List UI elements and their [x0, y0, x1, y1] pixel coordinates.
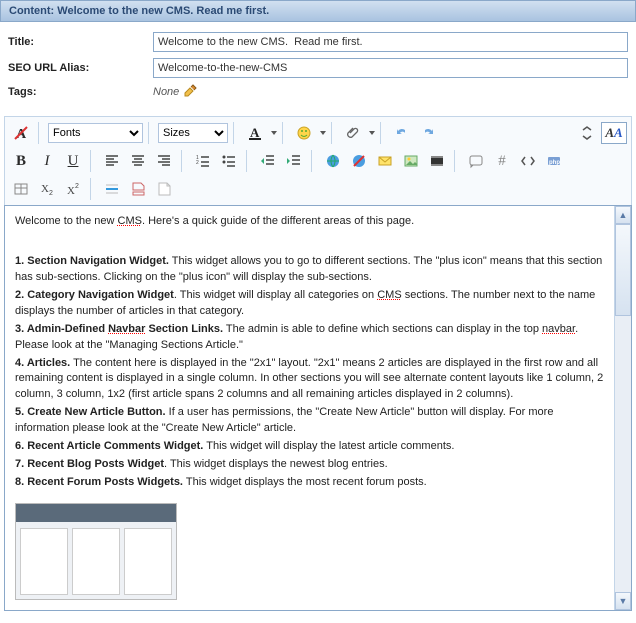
php-icon[interactable]: php	[542, 149, 566, 173]
title-input[interactable]	[153, 32, 628, 52]
intro-text: Welcome to the new CMS. Here's a quick g…	[15, 214, 604, 230]
svg-text:2: 2	[49, 190, 53, 197]
italic-button[interactable]: I	[35, 149, 59, 173]
list-item: 6. Recent Article Comments Widget. This …	[15, 439, 604, 455]
outdent-icon[interactable]	[256, 149, 280, 173]
remove-format-icon[interactable]: A	[9, 121, 33, 145]
align-center-icon[interactable]	[126, 149, 150, 173]
list-item: 7. Recent Blog Posts Widget. This widget…	[15, 457, 604, 473]
image-icon[interactable]	[399, 149, 423, 173]
switch-editor-button[interactable]: AA	[601, 122, 627, 144]
svg-text:2: 2	[196, 160, 199, 166]
unordered-list-icon[interactable]	[217, 149, 241, 173]
list-item: 2. Category Navigation Widget. This widg…	[15, 288, 604, 320]
size-select[interactable]: Sizes	[158, 123, 228, 143]
preview-image	[15, 503, 177, 600]
svg-text:X: X	[41, 183, 49, 195]
email-icon[interactable]	[373, 149, 397, 173]
bold-button[interactable]: B	[9, 149, 33, 173]
svg-text:2: 2	[75, 183, 79, 190]
scrollbar[interactable]: ▲ ▼	[615, 206, 631, 610]
newpage-icon[interactable]	[152, 177, 176, 201]
title-label: Title:	[8, 36, 153, 48]
text-color-caret-icon[interactable]	[271, 131, 277, 135]
svg-text:A: A	[250, 125, 260, 140]
redo-icon[interactable]	[416, 121, 440, 145]
tags-label: Tags:	[8, 86, 153, 98]
list-item: 4. Articles. The content here is display…	[15, 356, 604, 404]
scroll-down-icon[interactable]: ▼	[615, 592, 631, 610]
expand-icon[interactable]	[575, 121, 599, 145]
form-area: Title: SEO URL Alias: Tags: None	[0, 22, 636, 112]
quote-icon[interactable]	[464, 149, 488, 173]
seo-url-input[interactable]	[153, 58, 628, 78]
font-select[interactable]: Fonts	[48, 123, 143, 143]
page-title: Content: Welcome to the new CMS. Read me…	[0, 0, 636, 22]
align-right-icon[interactable]	[152, 149, 176, 173]
anchor-icon[interactable]: #	[490, 149, 514, 173]
svg-text:X: X	[67, 185, 75, 197]
smiley-icon[interactable]	[292, 121, 316, 145]
list-item: 8. Recent Forum Posts Widgets. This widg…	[15, 475, 604, 491]
list-item: 3. Admin-Defined Navbar Section Links. T…	[15, 322, 604, 354]
ordered-list-icon[interactable]: 12	[191, 149, 215, 173]
editor-toolbar: A Fonts Sizes A AA B I U	[4, 116, 632, 205]
underline-button[interactable]: U	[61, 149, 85, 173]
editor-body[interactable]: Welcome to the new CMS. Here's a quick g…	[5, 206, 615, 610]
align-left-icon[interactable]	[100, 149, 124, 173]
superscript-icon[interactable]: X2	[61, 177, 85, 201]
pagebreak-icon[interactable]	[126, 177, 150, 201]
unlink-icon[interactable]	[347, 149, 371, 173]
scroll-up-icon[interactable]: ▲	[615, 206, 631, 224]
tags-value: None	[153, 86, 179, 98]
smiley-caret-icon[interactable]	[320, 131, 326, 135]
hr-icon[interactable]	[100, 177, 124, 201]
video-icon[interactable]	[425, 149, 449, 173]
list-item: 5. Create New Article Button. If a user …	[15, 405, 604, 437]
link-icon[interactable]	[321, 149, 345, 173]
seo-label: SEO URL Alias:	[8, 62, 153, 74]
svg-text:php: php	[549, 160, 560, 166]
indent-icon[interactable]	[282, 149, 306, 173]
text-color-icon[interactable]: A	[243, 121, 267, 145]
attachment-caret-icon[interactable]	[369, 131, 375, 135]
edit-tags-icon[interactable]	[183, 84, 199, 100]
undo-icon[interactable]	[390, 121, 414, 145]
attachment-icon[interactable]	[341, 121, 365, 145]
scroll-thumb[interactable]	[615, 224, 631, 316]
code-icon[interactable]	[516, 149, 540, 173]
list-item: 1. Section Navigation Widget. This widge…	[15, 254, 604, 286]
subscript-icon[interactable]: X2	[35, 177, 59, 201]
table-icon[interactable]	[9, 177, 33, 201]
